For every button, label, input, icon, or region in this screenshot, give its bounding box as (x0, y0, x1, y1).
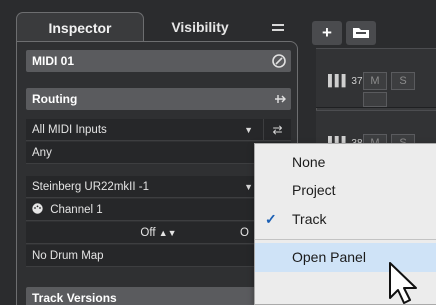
track-number: 37 (351, 76, 363, 87)
drum-map-value: No Drum Map (32, 250, 104, 262)
chevron-down-icon: ▼ (244, 182, 253, 192)
hamburger-icon[interactable] (266, 12, 290, 42)
bank-side-value: O (240, 227, 249, 239)
midi-output-select[interactable]: Steinberg UR22mkII -1 ▼ (26, 176, 291, 198)
menu-item-project[interactable]: Project (255, 176, 436, 205)
track-versions-header[interactable]: Track Versions ▮▮ (26, 287, 291, 305)
drum-map-select[interactable]: No Drum Map (26, 245, 291, 267)
midi-channel-value: Channel 1 (50, 204, 103, 216)
input-channel-select[interactable]: Any (26, 142, 291, 164)
menu-item-label: Project (292, 182, 336, 198)
menu-item-track[interactable]: ✓ Track (255, 205, 436, 234)
inspector-tabs: Inspector Visibility (16, 12, 298, 42)
track-versions-label: Track Versions (32, 291, 117, 305)
routing-section-header[interactable]: Routing (26, 88, 291, 110)
midi-input-value: All MIDI Inputs (32, 124, 107, 136)
solo-button[interactable]: S (391, 72, 415, 90)
menu-item-label: Open Panel (292, 249, 366, 265)
record-button[interactable] (363, 92, 387, 107)
menu-item-none[interactable]: None (255, 148, 436, 177)
tab-inspector[interactable]: Inspector (16, 12, 144, 42)
tab-visibility[interactable]: Visibility (146, 12, 254, 42)
midi-channel-select[interactable]: Channel 1 (26, 199, 291, 221)
chevron-down-icon: ▼ (244, 125, 253, 135)
routing-label: Routing (32, 92, 78, 106)
menu-separator (255, 239, 436, 240)
add-track-button[interactable]: + (312, 21, 342, 45)
midi-port-icon (32, 203, 50, 216)
track-name-header[interactable]: MIDI 01 (26, 50, 291, 72)
bank-value: Off (140, 227, 156, 239)
updown-icon: ▲▼ (158, 228, 177, 238)
midi-keyboard-icon: ▌▌▌ (328, 75, 349, 87)
track-row[interactable]: ▌▌▌ 37 M S (316, 48, 436, 108)
checkmark-icon: ✓ (265, 211, 277, 227)
folder-icon[interactable] (346, 21, 376, 45)
mouse-cursor-icon (389, 262, 417, 304)
mute-button[interactable]: M (363, 72, 387, 90)
menu-item-label: Track (292, 211, 327, 227)
input-channel-value: Any (32, 147, 52, 159)
track-name: MIDI 01 (32, 54, 75, 68)
midi-input-select[interactable]: All MIDI Inputs ▼ ⇄ (26, 119, 291, 141)
routing-collapse-icon[interactable] (274, 88, 286, 112)
menu-item-label: None (292, 154, 326, 170)
bank-select[interactable]: Off ▲▼ O (26, 222, 291, 244)
edit-icon[interactable] (272, 50, 286, 75)
input-transformer-icon[interactable]: ⇄ (263, 119, 291, 140)
midi-output-value: Steinberg UR22mkII -1 (32, 181, 149, 193)
